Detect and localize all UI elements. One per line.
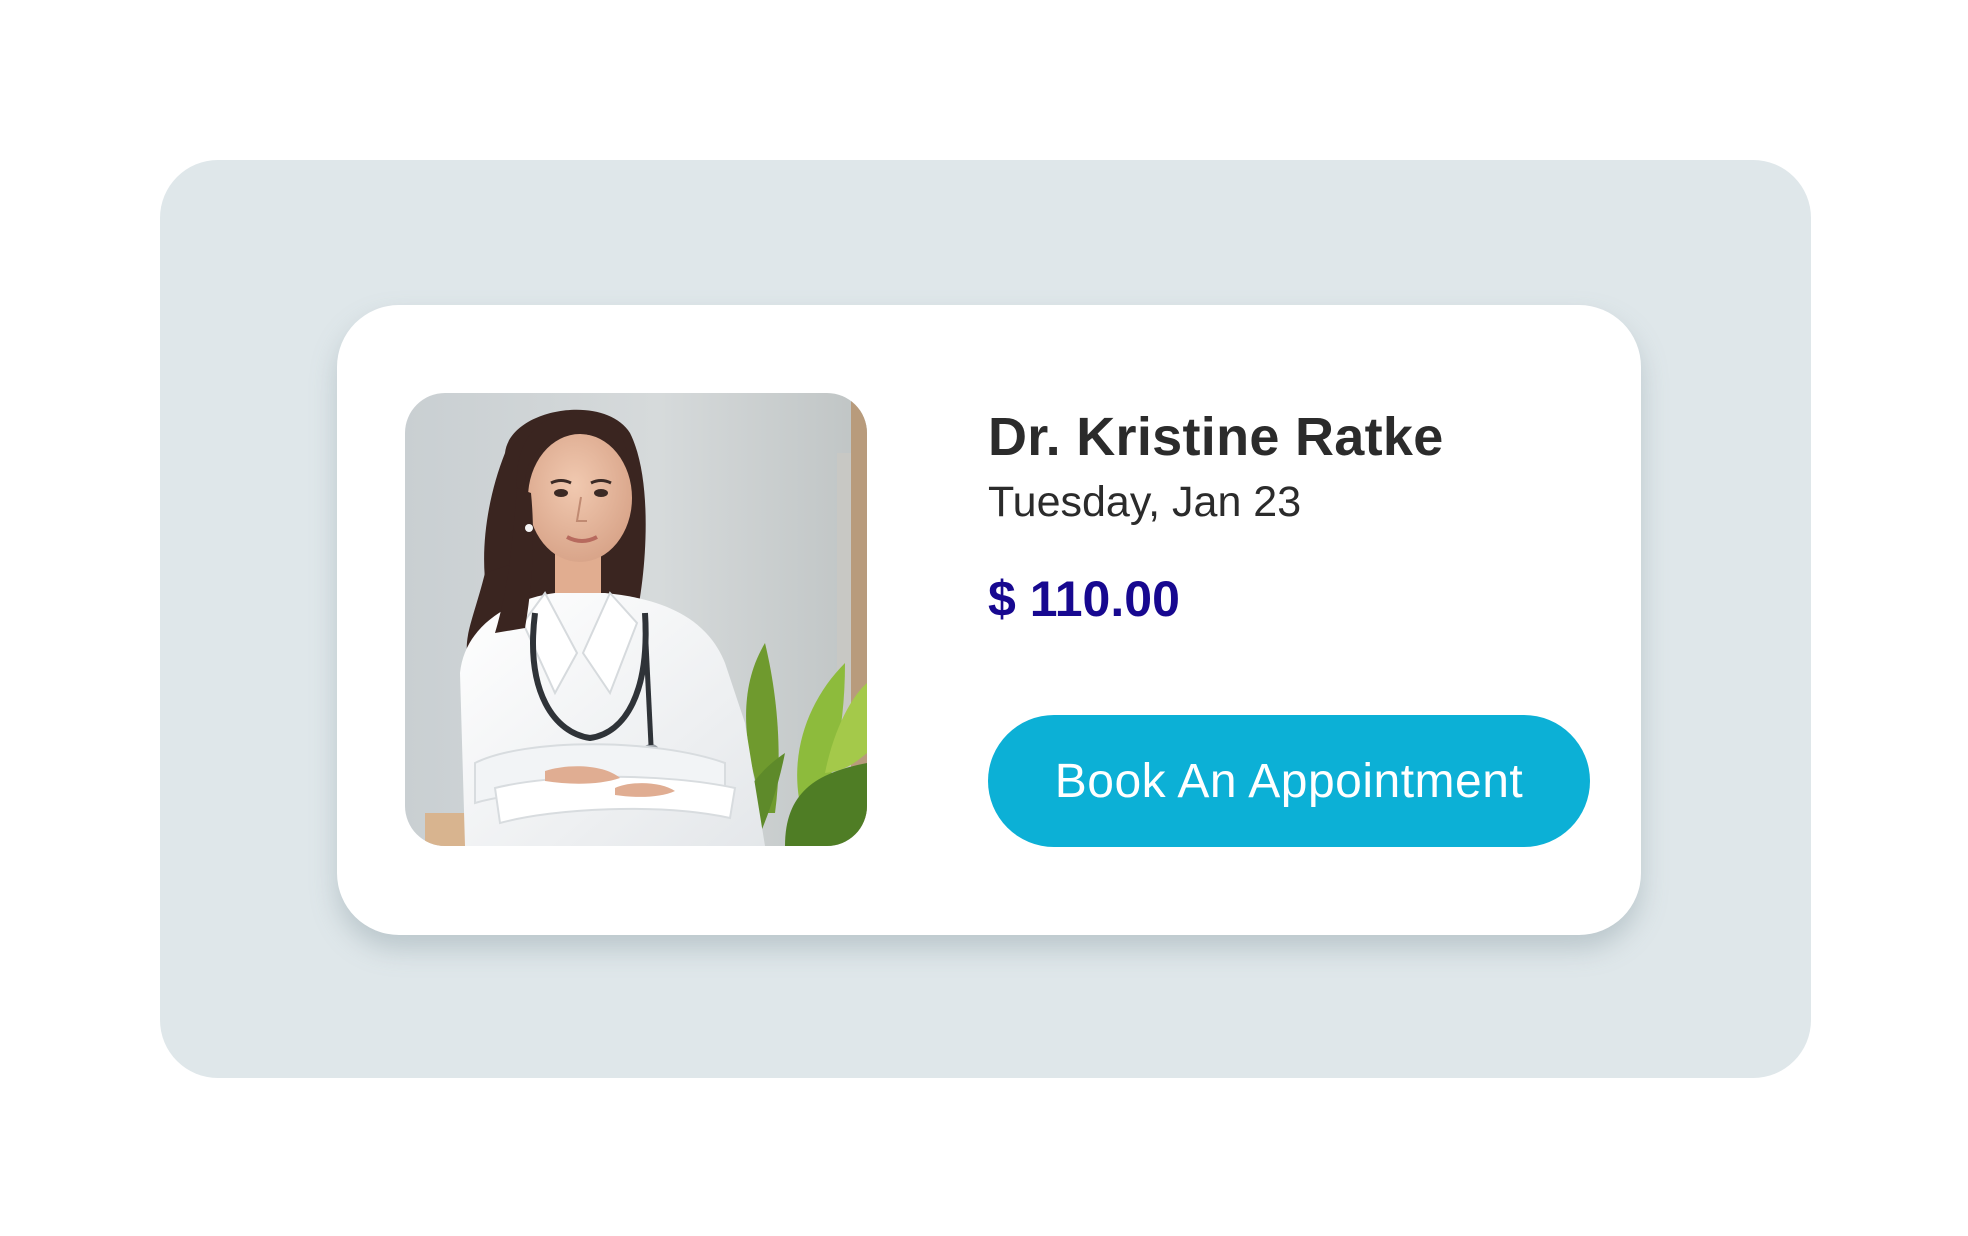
appointment-price: $ 110.00 xyxy=(988,571,1180,627)
appointment-date: Tuesday, Jan 23 xyxy=(988,478,1302,526)
doctor-name: Dr. Kristine Ratke xyxy=(988,407,1444,467)
doctor-card: Dr. Kristine Ratke Tuesday, Jan 23 $ 110… xyxy=(337,305,1641,935)
doctor-photo xyxy=(405,393,867,846)
book-appointment-button[interactable]: Book An Appointment xyxy=(988,715,1590,847)
page: Dr. Kristine Ratke Tuesday, Jan 23 $ 110… xyxy=(0,0,1968,1236)
doctor-info: Dr. Kristine Ratke Tuesday, Jan 23 $ 110… xyxy=(988,405,1608,629)
